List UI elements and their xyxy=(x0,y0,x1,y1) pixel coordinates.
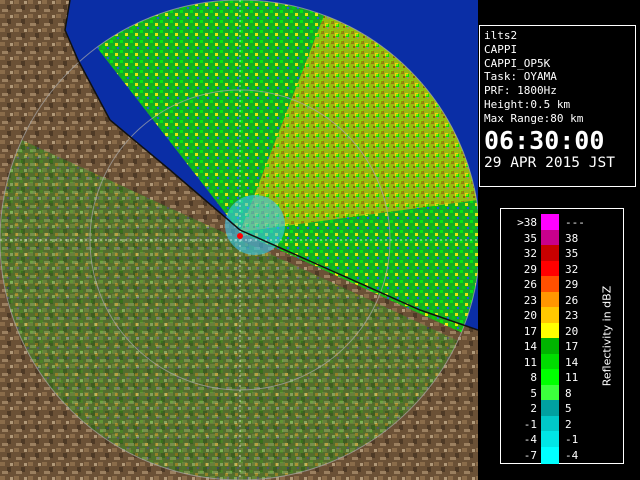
legend-low-value: 32 xyxy=(523,247,537,260)
info-product-code: CAPPI_OP5K xyxy=(484,56,551,70)
legend-low-value: -4 xyxy=(523,433,537,446)
legend-color-swatch xyxy=(541,214,559,231)
legend-color-swatch xyxy=(541,307,559,324)
legend-color-swatch xyxy=(541,446,559,464)
legend-low-value: -7 xyxy=(523,448,537,462)
legend-low-value: 5 xyxy=(530,386,537,400)
legend-high-value: 14 xyxy=(565,355,579,369)
legend-color-swatch xyxy=(541,229,559,247)
legend-low-value: 11 xyxy=(523,355,537,369)
legend-color-swatch xyxy=(541,245,559,262)
legend-low-value: 29 xyxy=(523,262,537,276)
legend-high-value: -4 xyxy=(565,448,579,462)
observation-time: 06:30:00 xyxy=(484,125,605,155)
legend-high-value: 8 xyxy=(565,386,572,400)
info-product: ilts2 xyxy=(484,29,518,42)
legend-high-value: 35 xyxy=(565,247,579,260)
legend-low-value: 14 xyxy=(523,340,537,353)
legend-high-value: -1 xyxy=(565,433,579,446)
legend-high-value: 2 xyxy=(565,417,572,431)
radar-site-marker xyxy=(237,233,243,239)
legend-low-value: 17 xyxy=(523,324,537,338)
legend-low-value: 26 xyxy=(523,278,537,291)
legend-high-value: 23 xyxy=(565,309,579,322)
legend-low-value: 20 xyxy=(523,309,537,322)
legend-color-swatch xyxy=(541,338,559,355)
legend-color-swatch xyxy=(541,369,559,386)
legend-high-value: 38 xyxy=(565,231,579,245)
legend-high-value: 11 xyxy=(565,371,579,384)
legend-high-value: 17 xyxy=(565,340,579,353)
legend-color-swatch xyxy=(541,260,559,278)
legend-high-value: --- xyxy=(565,216,585,229)
color-legend: >38 --- 35 38 32 35 29 32 26 29 23 26 20 23 17 20 14 17 11… xyxy=(500,208,624,464)
legend-color-swatch xyxy=(541,431,559,448)
info-task: Task: OYAMA xyxy=(484,70,557,84)
legend-high-value: 26 xyxy=(565,293,579,307)
legend-high-value: 20 xyxy=(565,324,579,338)
info-mode: CAPPI xyxy=(484,42,518,56)
info-height: Height:0.5 km xyxy=(484,97,571,111)
legend-high-value: 5 xyxy=(565,402,572,415)
legend-low-value: 35 xyxy=(523,231,537,245)
legend-color-swatch xyxy=(541,400,559,417)
legend-color-swatch xyxy=(541,353,559,371)
legend-color-swatch xyxy=(541,384,559,402)
legend-low-value: -1 xyxy=(523,417,537,431)
radar-display[interactable] xyxy=(0,0,478,480)
legend-high-value: 29 xyxy=(565,278,579,291)
legend-low-value: 2 xyxy=(530,402,537,415)
legend-low-value: 23 xyxy=(523,293,537,307)
legend-color-swatch xyxy=(541,291,559,309)
info-max-range: Max Range:80 km xyxy=(484,111,584,125)
legend-low-value: >38 xyxy=(517,216,537,229)
legend-color-swatch xyxy=(541,322,559,340)
radar-info-panel: ilts2 CAPPI CAPPI_OP5K Task: OYAMA PRF: … xyxy=(479,25,636,187)
legend-low-value: 8 xyxy=(530,371,537,384)
legend-unit-label: Reflectivity in dBZ xyxy=(600,285,614,387)
legend-color-swatch xyxy=(541,276,559,293)
observation-date: 29 APR 2015 JST xyxy=(484,154,615,171)
legend-high-value: 32 xyxy=(565,262,579,276)
info-prf: PRF: 1800Hz xyxy=(484,84,557,98)
legend-color-swatch xyxy=(541,415,559,433)
